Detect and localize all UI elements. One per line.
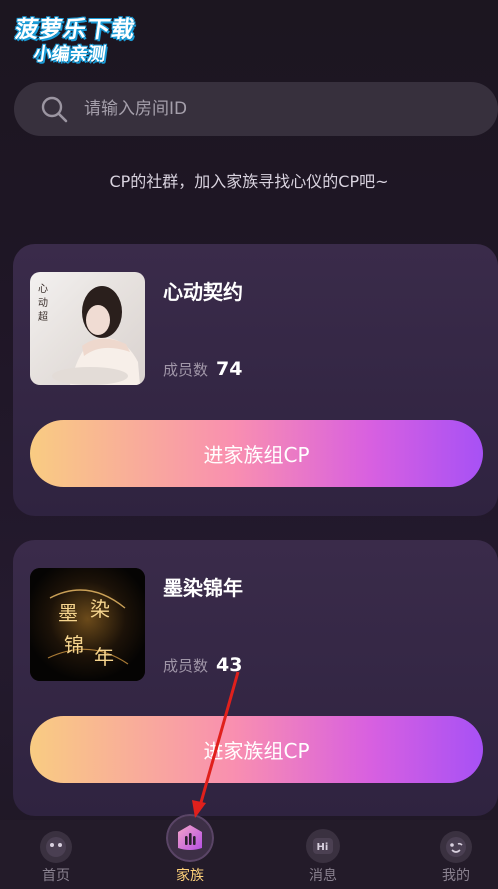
members-count: 74 — [216, 358, 243, 380]
members-label: 成员数 — [163, 361, 209, 379]
thumb-glyph-3: 锦 — [64, 633, 84, 657]
members-count: 43 — [216, 654, 243, 676]
member-count: 成员数 43 — [163, 654, 242, 676]
thumb-glyph-2: 染 — [90, 597, 110, 621]
tab-home[interactable]: 首页 — [16, 820, 96, 889]
hi-message-icon: Hi — [306, 829, 340, 863]
thumb-caption: 心 — [38, 283, 48, 295]
family-thumbnail-art: 心 动 超 — [38, 283, 140, 385]
family-card: 心 动 超 心动契约 成员数 74 进家族组CP — [13, 244, 498, 516]
thumb-glyph-4: 年 — [94, 645, 114, 669]
members-label: 成员数 — [163, 657, 209, 675]
tab-family[interactable]: 家族 — [150, 814, 230, 889]
family-thumbnail[interactable]: 心 动 超 — [30, 272, 145, 385]
thumb-glyph-1: 墨 — [58, 601, 78, 625]
family-icon — [166, 814, 214, 862]
join-family-button[interactable]: 进家族组CP — [30, 420, 483, 487]
member-count: 成员数 74 — [163, 358, 242, 380]
join-family-button[interactable]: 进家族组CP — [30, 716, 483, 783]
search-bar[interactable] — [14, 82, 498, 136]
tab-messages-label: 消息 — [309, 868, 337, 884]
home-face-icon — [40, 831, 72, 863]
family-thumbnail[interactable]: 墨 染 锦 年 — [30, 568, 145, 681]
family-thumbnail-art: 墨 染 锦 年 — [30, 568, 145, 681]
tab-family-label: 家族 — [176, 868, 204, 884]
svg-text:Hi: Hi — [317, 842, 329, 853]
search-input[interactable] — [84, 99, 464, 119]
thumb-caption-2: 动 — [38, 297, 48, 309]
tab-messages[interactable]: Hi 消息 — [283, 820, 363, 889]
family-card: 墨 染 锦 年 墨染锦年 成员数 43 进家族组CP — [13, 540, 498, 816]
watermark-line1: 菠萝乐下载 — [13, 17, 137, 43]
tab-profile[interactable]: 我的 — [416, 820, 496, 889]
profile-face-icon — [440, 831, 472, 863]
search-icon — [41, 96, 68, 123]
tab-profile-label: 我的 — [442, 868, 470, 884]
family-name[interactable]: 心动契约 — [163, 276, 243, 305]
intro-text: CP的社群，加入家族寻找心仪的CP吧~ — [109, 172, 389, 191]
tab-home-label: 首页 — [42, 868, 70, 884]
watermark: 菠萝乐下载 小编亲测 — [10, 10, 158, 66]
thumb-caption-3: 超 — [38, 310, 48, 323]
watermark-line2: 小编亲测 — [32, 44, 108, 65]
bottom-tab-bar: 首页 家族 Hi 消息 我的 — [0, 814, 498, 889]
family-name[interactable]: 墨染锦年 — [163, 572, 243, 601]
